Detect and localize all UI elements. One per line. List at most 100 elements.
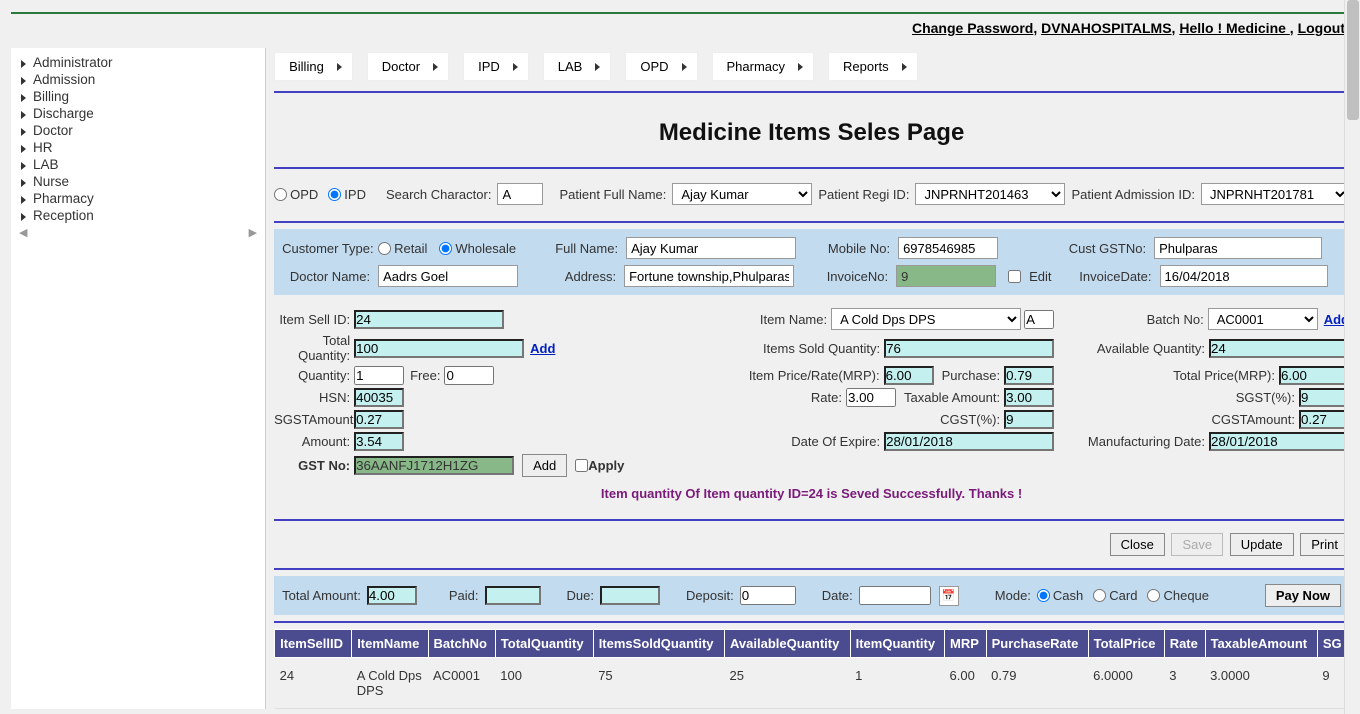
page-title: Medicine Items Seles Page: [274, 103, 1349, 167]
total-input[interactable]: [367, 586, 417, 605]
edit-label: Edit: [1029, 269, 1051, 284]
item-name-select[interactable]: A Cold Dps DPS: [831, 308, 1021, 330]
purchase-input[interactable]: [1004, 366, 1054, 385]
sgst-pct-input[interactable]: [1299, 388, 1349, 407]
gst-no-input[interactable]: [354, 456, 514, 475]
th-totalprice: TotalPrice: [1088, 630, 1164, 658]
cheque-radio[interactable]: [1147, 589, 1160, 602]
save-button[interactable]: Save: [1171, 533, 1223, 556]
opd-radio[interactable]: [274, 188, 287, 201]
sidebar-item-reception[interactable]: Reception: [11, 207, 265, 224]
qty-input[interactable]: [354, 366, 404, 385]
th-mrp: MRP: [945, 630, 987, 658]
apply-checkbox[interactable]: [575, 459, 588, 472]
update-button[interactable]: Update: [1230, 533, 1294, 556]
cgst-amt-input[interactable]: [1299, 410, 1349, 429]
invoice-no-input[interactable]: [896, 265, 996, 287]
rate-input[interactable]: [846, 388, 896, 407]
cell: 100: [495, 658, 593, 709]
sidebar-item-lab[interactable]: LAB: [11, 156, 265, 173]
table-row[interactable]: 24 A Cold Dps DPS AC0001 100 75 25 1 6.0…: [275, 658, 1349, 709]
address-input[interactable]: [624, 265, 794, 287]
sidebar-item-hr[interactable]: HR: [11, 139, 265, 156]
header-links: Change Password, DVNAHOSPITALMS, Hello !…: [11, 14, 1349, 44]
doctor-input[interactable]: [378, 265, 518, 287]
invoice-date-label: InvoiceDate:: [1066, 269, 1152, 284]
mobile-input[interactable]: [898, 237, 998, 259]
sidebar-item-pharmacy[interactable]: Pharmacy: [11, 190, 265, 207]
sidebar-item-administrator[interactable]: Administrator: [11, 54, 265, 71]
item-code-input[interactable]: [1024, 310, 1054, 329]
total-qty-input[interactable]: [354, 339, 524, 358]
admission-id-select[interactable]: JNPRNHT201781: [1201, 183, 1349, 205]
patient-name-label: Patient Full Name:: [559, 187, 666, 202]
patient-name-select[interactable]: Ajay Kumar: [672, 183, 812, 205]
mfg-input[interactable]: [1209, 432, 1349, 451]
menu-ipd[interactable]: IPD: [463, 52, 529, 81]
data-table-wrap: ItemSellID ItemName BatchNo TotalQuantit…: [274, 629, 1349, 709]
sgst-pct-label: SGST(%):: [1169, 390, 1299, 405]
full-name-input[interactable]: [626, 237, 796, 259]
hospital-link[interactable]: DVNAHOSPITALMS: [1041, 20, 1171, 36]
sold-qty-label: Items Sold Quantity:: [734, 341, 884, 356]
sidebar-item-billing[interactable]: Billing: [11, 88, 265, 105]
invoice-date-input[interactable]: [1160, 265, 1328, 287]
search-char-input[interactable]: [497, 183, 543, 205]
sidebar-item-discharge[interactable]: Discharge: [11, 105, 265, 122]
menu-pharmacy[interactable]: Pharmacy: [712, 52, 815, 81]
menu-reports[interactable]: Reports: [828, 52, 918, 81]
add-gst-button[interactable]: Add: [522, 454, 567, 477]
free-input[interactable]: [444, 366, 494, 385]
cgst-pct-input[interactable]: [1004, 410, 1054, 429]
wholesale-radio[interactable]: [439, 242, 452, 255]
card-radio[interactable]: [1093, 589, 1106, 602]
close-button[interactable]: Close: [1110, 533, 1165, 556]
th-purchase: PurchaseRate: [986, 630, 1088, 658]
cell: 75: [593, 658, 724, 709]
menu-opd[interactable]: OPD: [625, 52, 697, 81]
sidebar-item-admission[interactable]: Admission: [11, 71, 265, 88]
sell-id-input[interactable]: [354, 310, 504, 329]
pay-now-button[interactable]: Pay Now: [1265, 584, 1341, 607]
menu-billing[interactable]: Billing: [274, 52, 353, 81]
date-input[interactable]: [859, 586, 931, 605]
menu-lab[interactable]: LAB: [543, 52, 612, 81]
calendar-icon[interactable]: 📅: [939, 586, 959, 606]
scrollbar-track[interactable]: [1344, 0, 1360, 714]
due-input[interactable]: [600, 586, 660, 605]
edit-checkbox[interactable]: [1008, 270, 1021, 283]
deposit-input[interactable]: [740, 586, 796, 605]
avail-qty-input[interactable]: [1209, 339, 1349, 358]
cell: 6.0000: [1088, 658, 1164, 709]
expire-input[interactable]: [884, 432, 1054, 451]
apply-label: Apply: [588, 458, 624, 473]
sidebar-item-doctor[interactable]: Doctor: [11, 122, 265, 139]
hsn-input[interactable]: [354, 388, 404, 407]
taxable-input[interactable]: [1004, 388, 1054, 407]
item-name-label: Item Name:: [681, 312, 831, 327]
paid-input[interactable]: [485, 586, 541, 605]
sold-qty-input[interactable]: [884, 339, 1054, 358]
amount-input[interactable]: [354, 432, 404, 451]
th-availqty: AvailableQuantity: [725, 630, 851, 658]
sidebar-item-nurse[interactable]: Nurse: [11, 173, 265, 190]
print-button[interactable]: Print: [1300, 533, 1349, 556]
sgst-amt-input[interactable]: [354, 410, 404, 429]
add-qty-link[interactable]: Add: [530, 341, 555, 356]
regi-id-select[interactable]: JNPRNHT201463: [915, 183, 1065, 205]
cash-radio[interactable]: [1037, 589, 1050, 602]
cust-gst-input[interactable]: [1154, 237, 1322, 259]
mode-label: Mode:: [995, 588, 1031, 603]
change-password-link[interactable]: Change Password: [912, 20, 1033, 36]
cust-gst-label: Cust GSTNo:: [1046, 241, 1146, 256]
retail-radio[interactable]: [378, 242, 391, 255]
scrollbar-thumb[interactable]: [1347, 0, 1359, 120]
cell: AC0001: [428, 658, 495, 709]
menu-doctor[interactable]: Doctor: [367, 52, 449, 81]
ipd-radio[interactable]: [328, 188, 341, 201]
batch-select[interactable]: AC0001: [1208, 308, 1318, 330]
hello-user-link[interactable]: Hello ! Medicine: [1179, 20, 1289, 36]
total-price-input[interactable]: [1279, 366, 1349, 385]
logout-link[interactable]: Logout: [1298, 20, 1345, 36]
mrp-input[interactable]: [884, 366, 934, 385]
